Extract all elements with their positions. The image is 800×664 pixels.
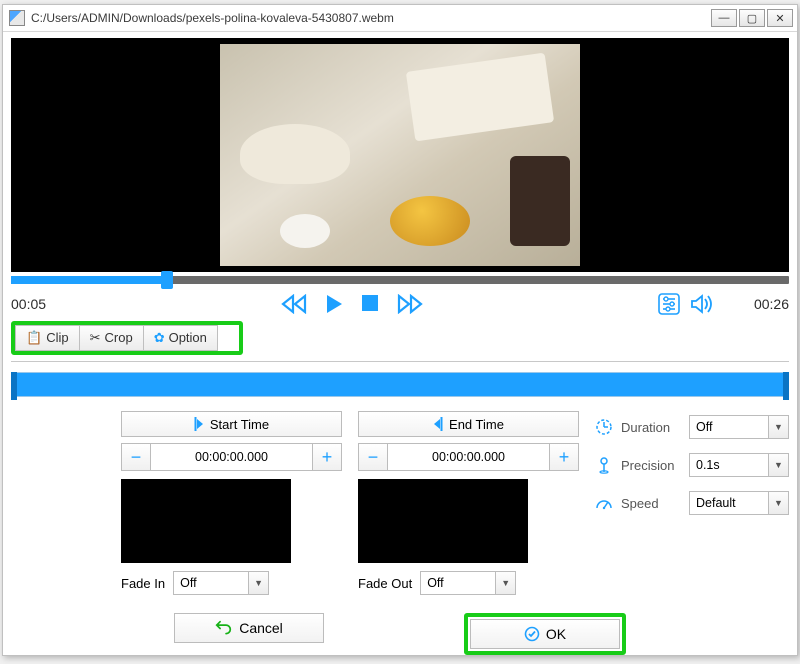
precision-icon	[595, 456, 613, 474]
precision-select[interactable]: 0.1s ▼	[689, 453, 789, 477]
end-plus-button[interactable]: +	[549, 443, 579, 471]
volume-icon[interactable]	[690, 293, 714, 315]
duration-icon	[595, 418, 613, 436]
chevron-down-icon: ▼	[768, 454, 788, 476]
chevron-down-icon: ▼	[248, 572, 268, 594]
stop-button[interactable]	[361, 294, 379, 314]
properties-panel: Duration Off ▼ Precision 0.1s ▼	[595, 411, 789, 595]
speed-icon	[595, 494, 613, 512]
fade-out-label: Fade Out	[358, 576, 412, 591]
cancel-button[interactable]: Cancel	[174, 613, 324, 643]
fade-in-select[interactable]: Off ▼	[173, 571, 269, 595]
video-frame	[220, 44, 580, 266]
total-time: 00:26	[754, 296, 789, 312]
undo-icon	[215, 620, 233, 636]
chevron-down-icon: ▼	[495, 572, 515, 594]
end-minus-button[interactable]: −	[358, 443, 388, 471]
end-time-input[interactable]	[388, 443, 549, 471]
tabs-highlight: 📋 Clip ✂ Crop ✿ Option	[11, 321, 243, 355]
settings-icon[interactable]	[658, 293, 680, 315]
duration-select[interactable]: Off ▼	[689, 415, 789, 439]
clip-timeline[interactable]	[11, 372, 789, 397]
fade-out-select[interactable]: Off ▼	[420, 571, 516, 595]
start-panel: Start Time − + Fade In Off ▼	[121, 411, 342, 595]
end-panel: End Time − + Fade Out Off ▼	[358, 411, 579, 595]
tab-option[interactable]: ✿ Option	[144, 325, 218, 351]
chevron-down-icon: ▼	[768, 416, 788, 438]
fade-in-label: Fade In	[121, 576, 165, 591]
forward-button[interactable]	[397, 294, 423, 314]
start-time-button[interactable]: Start Time	[121, 411, 342, 437]
start-minus-button[interactable]: −	[121, 443, 151, 471]
minimize-button[interactable]: —	[711, 9, 737, 27]
current-time: 00:05	[11, 296, 46, 312]
video-preview	[11, 38, 789, 272]
crop-icon: ✂	[90, 330, 101, 346]
end-marker-icon	[433, 417, 443, 431]
divider	[11, 361, 789, 362]
start-marker-icon	[194, 417, 204, 431]
start-thumbnail	[121, 479, 291, 563]
tab-crop[interactable]: ✂ Crop	[80, 325, 144, 351]
clip-icon: 📋	[26, 330, 42, 346]
speed-select[interactable]: Default ▼	[689, 491, 789, 515]
start-time-input[interactable]	[151, 443, 312, 471]
chevron-down-icon: ▼	[768, 492, 788, 514]
play-button[interactable]	[325, 294, 343, 314]
window-title: C:/Users/ADMIN/Downloads/pexels-polina-k…	[31, 11, 394, 25]
rewind-button[interactable]	[281, 294, 307, 314]
end-time-button[interactable]: End Time	[358, 411, 579, 437]
seek-thumb[interactable]	[161, 271, 173, 289]
seek-bar[interactable]	[11, 276, 789, 284]
ok-button[interactable]: OK	[470, 619, 620, 649]
check-icon	[524, 626, 540, 642]
end-thumbnail	[358, 479, 528, 563]
start-plus-button[interactable]: +	[312, 443, 342, 471]
app-window: C:/Users/ADMIN/Downloads/pexels-polina-k…	[2, 4, 798, 656]
title-bar: C:/Users/ADMIN/Downloads/pexels-polina-k…	[3, 5, 797, 32]
close-button[interactable]: ✕	[767, 9, 793, 27]
gear-icon: ✿	[154, 330, 165, 346]
app-icon	[9, 10, 25, 26]
maximize-button[interactable]: ▢	[739, 9, 765, 27]
ok-highlight: OK	[464, 613, 626, 655]
tab-clip[interactable]: 📋 Clip	[15, 325, 80, 351]
